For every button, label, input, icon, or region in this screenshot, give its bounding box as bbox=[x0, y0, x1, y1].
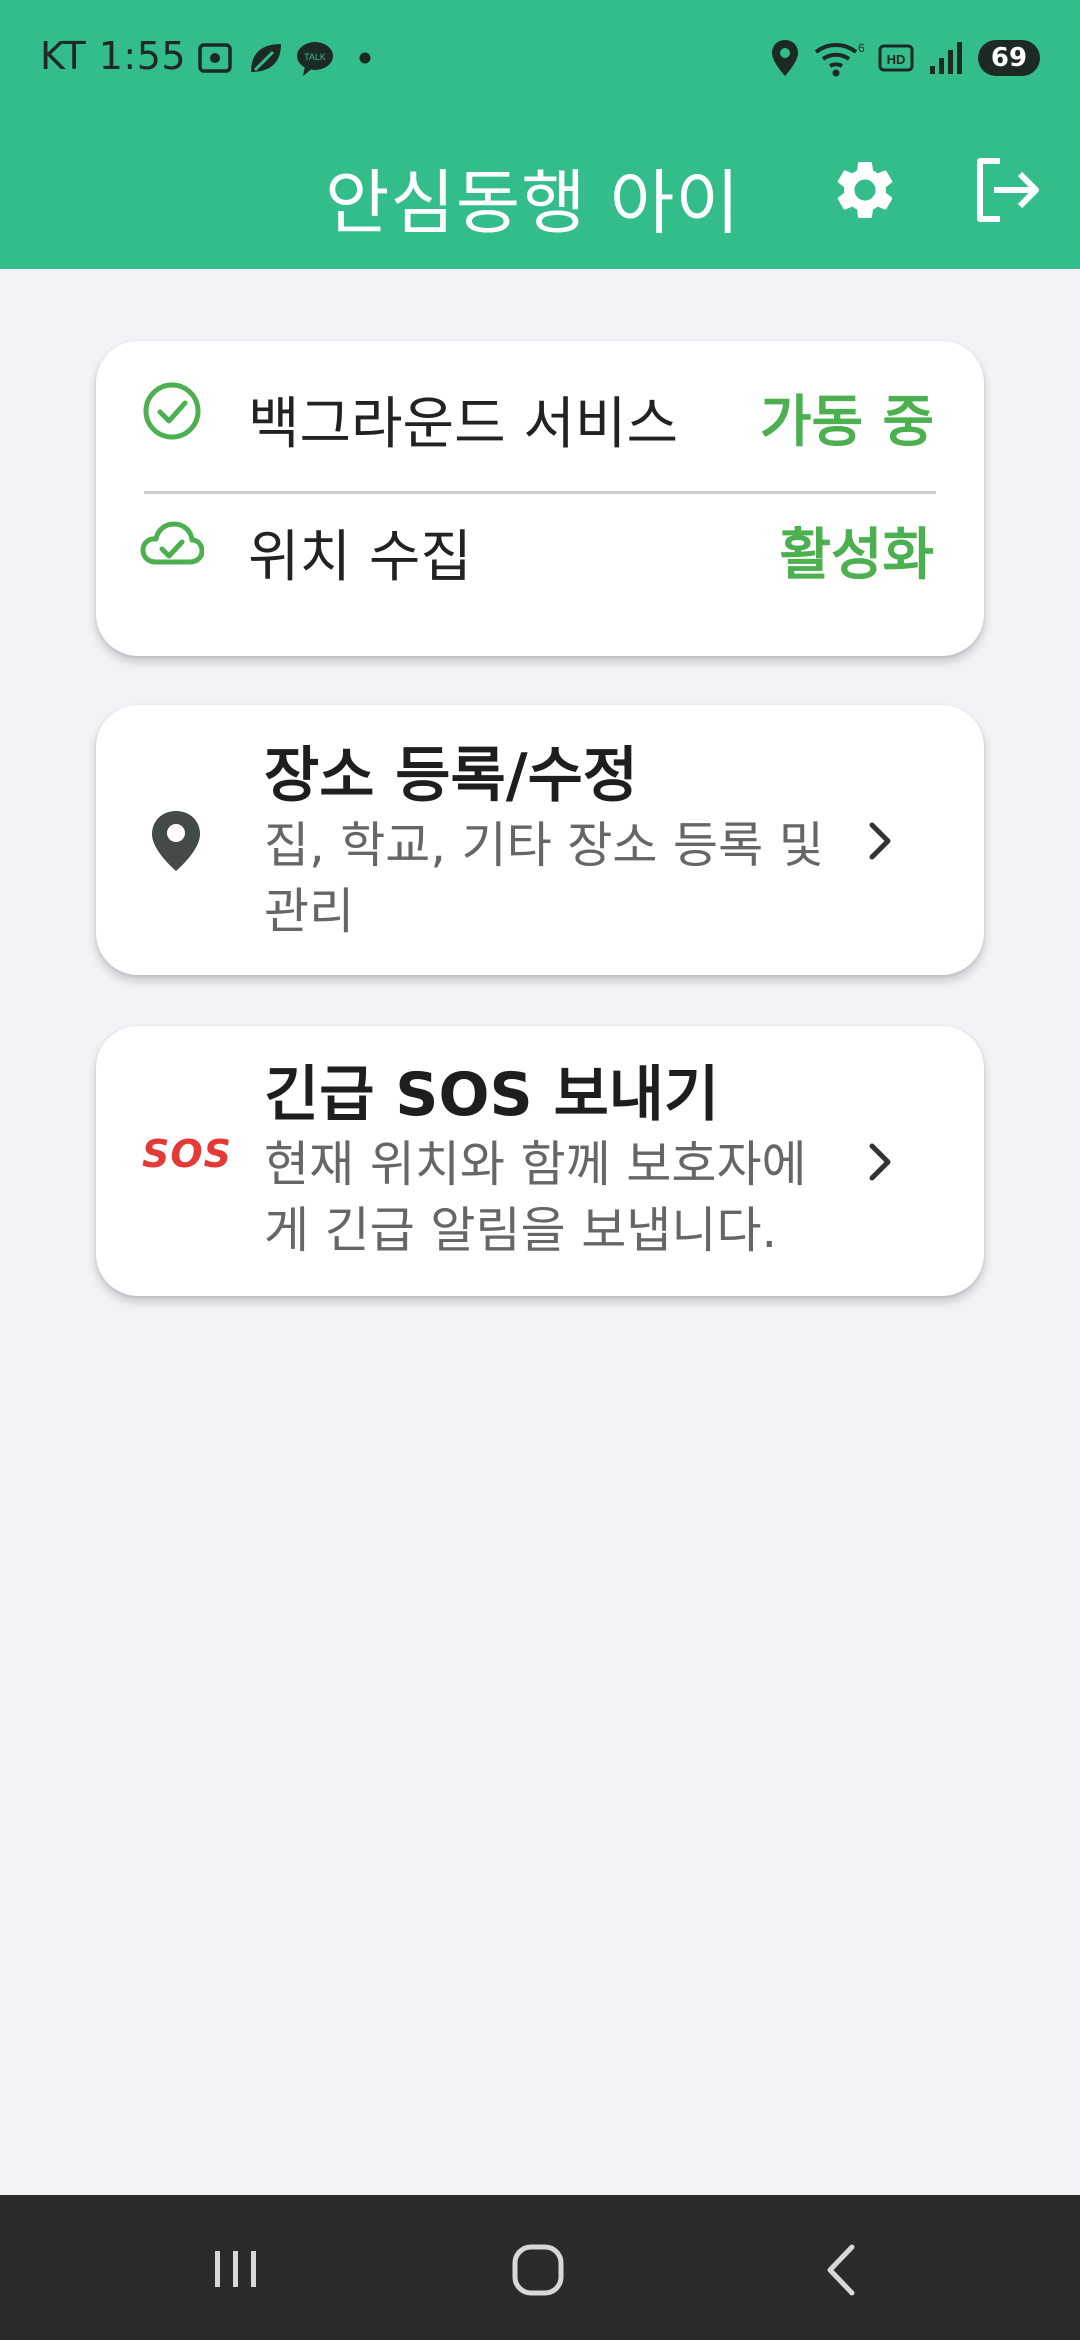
background-service-row: 백그라운드 서비스 가동 중 bbox=[96, 343, 984, 473]
back-icon bbox=[827, 2244, 855, 2296]
cloud-check-icon bbox=[140, 521, 204, 565]
home-icon bbox=[512, 2244, 564, 2296]
emergency-sos-title: 긴급 SOS 보내기 bbox=[264, 1060, 720, 1130]
system-navigation-bar bbox=[0, 2195, 1080, 2340]
hd-icon: HD bbox=[878, 44, 914, 72]
place-register-description: 집, 학교, 기타 장소 등록 및 관리 bbox=[264, 817, 824, 940]
location-collection-status: 활성화 bbox=[779, 523, 934, 588]
location-icon bbox=[772, 40, 798, 76]
settings-button[interactable] bbox=[830, 155, 900, 225]
location-pin-icon bbox=[152, 811, 200, 871]
notification-icons: TALK bbox=[195, 38, 385, 78]
background-service-label: 백그라운드 서비스 bbox=[248, 392, 678, 457]
emergency-sos-description: 현재 위치와 함께 보호자에게 긴급 알림을 보냅니다. bbox=[264, 1136, 807, 1259]
signal-icon bbox=[930, 42, 962, 74]
chevron-right-icon bbox=[869, 1143, 891, 1181]
location-collection-label: 위치 수집 bbox=[248, 525, 472, 590]
app-bar: 안심동행 아이 bbox=[0, 115, 1080, 269]
back-button[interactable] bbox=[800, 2235, 880, 2305]
service-status-card: 백그라운드 서비스 가동 중 위치 수집 활성화 bbox=[96, 341, 984, 656]
gear-icon bbox=[837, 161, 893, 218]
background-service-status: 가동 중 bbox=[759, 390, 934, 455]
recent-apps-button[interactable] bbox=[196, 2235, 276, 2305]
chevron-right-icon bbox=[869, 822, 891, 860]
status-bar: KT 1:55 TALK 6 HD 69 bbox=[0, 0, 1080, 115]
place-register-title: 장소 등록/수정 bbox=[264, 741, 639, 811]
logout-button[interactable] bbox=[970, 153, 1044, 227]
talk-icon: TALK bbox=[297, 42, 333, 76]
location-collection-row: 위치 수집 활성화 bbox=[96, 476, 984, 606]
screen: KT 1:55 TALK 6 HD 69 안심동행 아이 백그라운드 서비스 가… bbox=[0, 0, 1080, 2340]
carrier-time: KT 1:55 bbox=[40, 34, 187, 78]
wifi-icon: 6 bbox=[814, 41, 864, 77]
svg-text:TALK: TALK bbox=[304, 52, 326, 62]
page-title: 안심동행 아이 bbox=[325, 162, 741, 244]
recent-apps-icon bbox=[215, 2251, 256, 2287]
check-circle-icon bbox=[143, 382, 201, 440]
system-icons: 6 HD 69 bbox=[770, 36, 1040, 80]
place-register-card[interactable]: 장소 등록/수정 집, 학교, 기타 장소 등록 및 관리 bbox=[96, 705, 984, 975]
home-button[interactable] bbox=[498, 2235, 578, 2305]
logout-icon bbox=[977, 158, 1039, 222]
battery-icon: 69 bbox=[978, 40, 1040, 76]
leaf-icon bbox=[251, 44, 281, 72]
sos-icon: SOS bbox=[142, 1132, 233, 1176]
svg-text:6: 6 bbox=[858, 41, 864, 55]
emergency-sos-card[interactable]: SOS 긴급 SOS 보내기 현재 위치와 함께 보호자에게 긴급 알림을 보냅… bbox=[96, 1026, 984, 1296]
dot-icon bbox=[359, 52, 371, 64]
svg-text:HD: HD bbox=[887, 52, 906, 67]
screenshot-icon bbox=[198, 43, 232, 73]
